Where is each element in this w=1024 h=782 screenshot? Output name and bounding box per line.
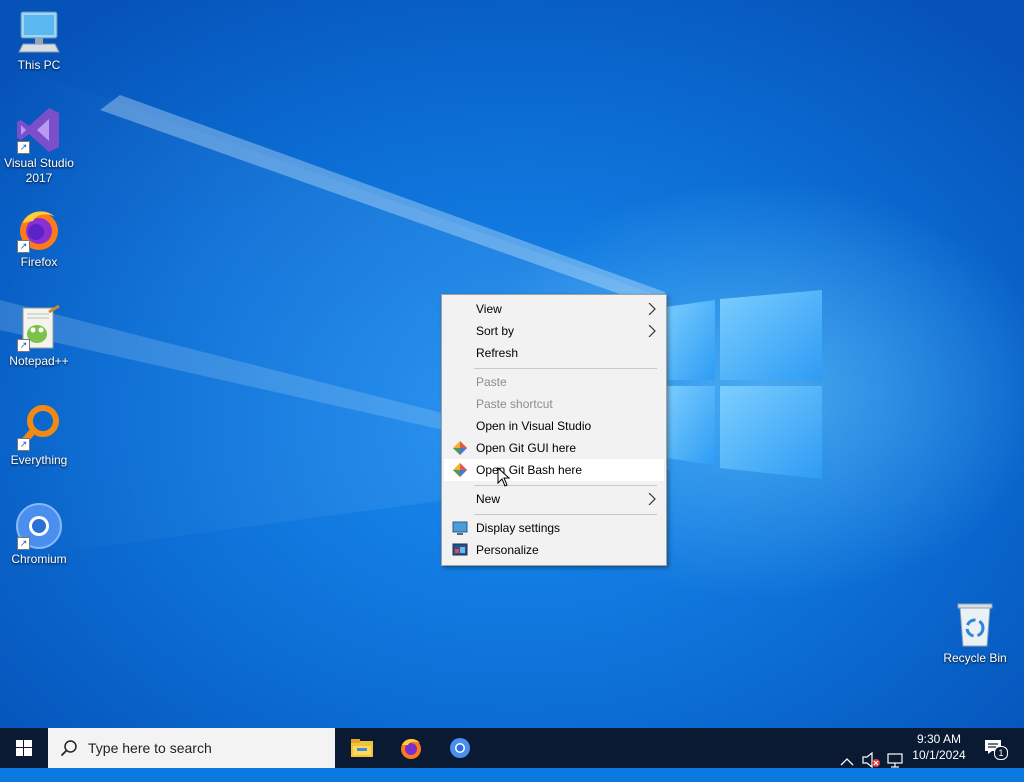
git-icon — [453, 441, 467, 455]
taskbar-app-file-explorer[interactable] — [338, 728, 386, 768]
menu-item-open-git-gui[interactable]: Open Git GUI here — [444, 437, 664, 459]
taskbar-app-chromium[interactable] — [436, 728, 484, 768]
menu-item-new[interactable]: New — [444, 488, 664, 510]
menu-separator — [474, 368, 657, 369]
chromium-icon: ↗ — [15, 502, 63, 550]
personalize-icon — [452, 543, 468, 556]
taskbar: Type here to search 9:30 AM 10/1/2024 1 — [0, 728, 1024, 769]
recycle-bin-icon — [951, 601, 999, 649]
desktop-icon-label: Firefox — [20, 255, 58, 269]
show-hidden-icons-chevron-icon[interactable] — [840, 742, 854, 782]
chevron-right-icon — [648, 493, 656, 505]
windows-logo-icon — [16, 740, 32, 756]
git-icon — [453, 463, 467, 477]
desktop-icon-notepadpp[interactable]: ↗ Notepad++ — [1, 304, 77, 369]
notepadpp-icon: ↗ — [15, 304, 63, 352]
taskbar-clock[interactable]: 9:30 AM 10/1/2024 — [900, 731, 978, 763]
menu-item-label: Personalize — [476, 543, 539, 557]
menu-item-label: Paste shortcut — [476, 397, 553, 411]
volume-muted-icon[interactable] — [862, 740, 880, 780]
desktop-icon-label: Chromium — [11, 552, 67, 566]
desktop-icon-label: Notepad++ — [9, 354, 69, 368]
firefox-icon — [401, 739, 421, 759]
desktop-icon-firefox[interactable]: ↗ Firefox — [1, 205, 77, 270]
menu-item-label: Sort by — [476, 324, 515, 338]
menu-item-label: Refresh — [476, 346, 519, 360]
shortcut-arrow-icon: ↗ — [17, 438, 30, 451]
search-placeholder: Type here to search — [88, 740, 212, 756]
menu-item-personalize[interactable]: Personalize — [444, 539, 664, 561]
shortcut-arrow-icon: ↗ — [17, 240, 30, 253]
menu-item-display-settings[interactable]: Display settings — [444, 517, 664, 539]
notification-count-badge: 1 — [994, 746, 1008, 760]
desktop-icon-label: This PC — [17, 58, 61, 72]
menu-item-refresh[interactable]: Refresh — [444, 342, 664, 364]
menu-item-label: View — [476, 302, 502, 316]
taskbar-search-box[interactable]: Type here to search — [48, 728, 335, 768]
menu-item-label: Open Git GUI here — [476, 441, 577, 455]
chevron-right-icon — [648, 325, 656, 337]
menu-item-open-in-visual-studio[interactable]: Open in Visual Studio — [444, 415, 664, 437]
desktop-icon-label: Everything — [10, 453, 68, 467]
shortcut-arrow-icon: ↗ — [17, 339, 30, 352]
desktop-icon-label-line2: 2017 — [25, 171, 53, 185]
clock-time: 9:30 AM — [916, 732, 962, 746]
search-icon — [60, 740, 77, 757]
menu-separator — [474, 514, 657, 515]
shortcut-arrow-icon: ↗ — [17, 141, 30, 154]
file-explorer-icon — [351, 739, 373, 757]
menu-item-label: Display settings — [476, 521, 561, 535]
menu-item-paste: Paste — [444, 371, 664, 393]
start-button[interactable] — [0, 728, 48, 768]
menu-item-label: Open in Visual Studio — [476, 419, 592, 433]
menu-item-view[interactable]: View — [444, 298, 664, 320]
shortcut-arrow-icon: ↗ — [17, 537, 30, 550]
desktop-icon-recycle-bin[interactable]: Recycle Bin — [937, 601, 1013, 666]
action-center-button[interactable]: 1 — [980, 728, 1010, 768]
menu-item-label: Open Git Bash here — [476, 463, 583, 477]
chromium-icon — [450, 738, 470, 758]
desktop-icon-this-pc[interactable]: This PC — [1, 8, 77, 73]
menu-item-open-git-bash[interactable]: Open Git Bash here — [444, 459, 664, 481]
menu-item-label: New — [476, 492, 501, 506]
desktop-icon-everything[interactable]: ↗ Everything — [1, 403, 77, 468]
chevron-right-icon — [648, 303, 656, 315]
everything-icon: ↗ — [15, 403, 63, 451]
computer-icon — [15, 8, 63, 56]
desktop-icon-visual-studio[interactable]: ↗ Visual Studio 2017 — [1, 106, 77, 186]
mouse-cursor-icon — [497, 467, 511, 487]
clock-date: 10/1/2024 — [912, 748, 966, 762]
desktop-context-menu: View Sort by Refresh Paste Paste shortcu… — [441, 294, 667, 566]
firefox-icon: ↗ — [15, 205, 63, 253]
menu-item-sort-by[interactable]: Sort by — [444, 320, 664, 342]
visual-studio-icon: ↗ — [15, 106, 63, 154]
menu-item-paste-shortcut: Paste shortcut — [444, 393, 664, 415]
desktop[interactable]: This PC ↗ Visual Studio 2017 ↗ Firefox ↗… — [0, 0, 1024, 728]
display-icon — [452, 521, 468, 535]
menu-item-label: Paste — [476, 375, 507, 389]
desktop-icon-label: Recycle Bin — [943, 651, 1007, 665]
desktop-icon-chromium[interactable]: ↗ Chromium — [1, 502, 77, 567]
taskbar-app-firefox[interactable] — [387, 728, 435, 768]
desktop-icon-label: Visual Studio — [4, 156, 74, 170]
